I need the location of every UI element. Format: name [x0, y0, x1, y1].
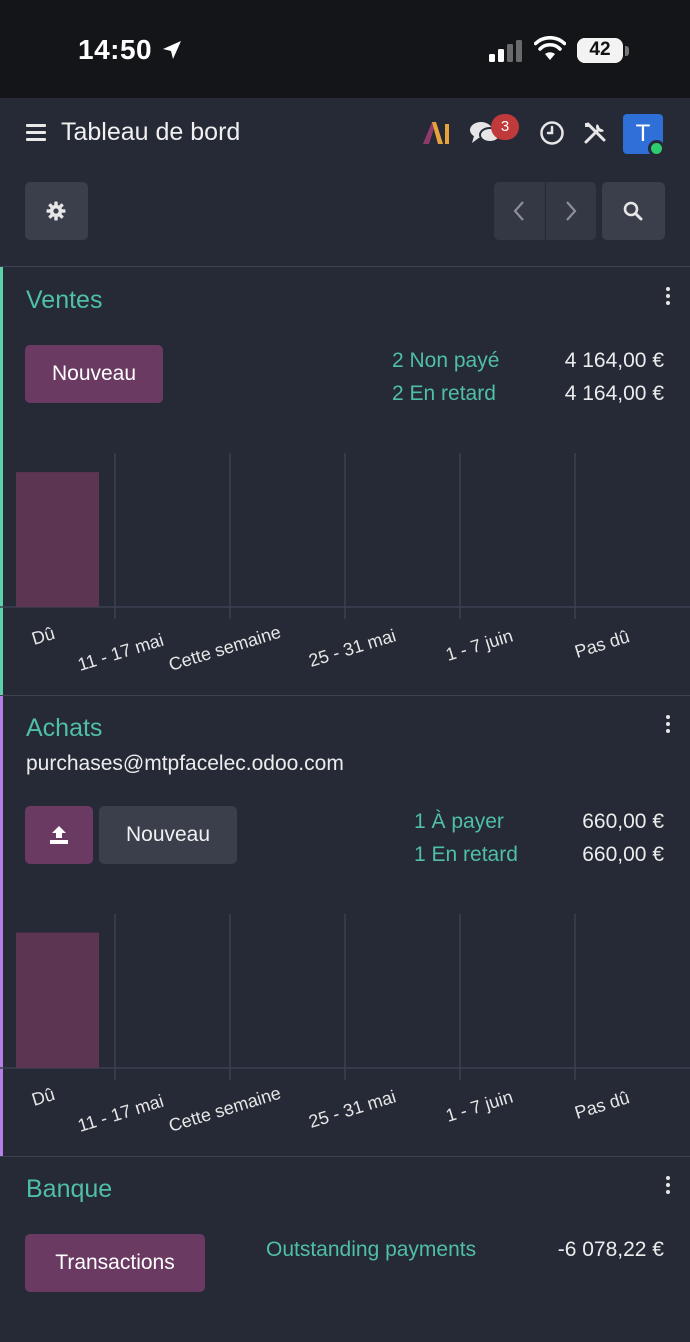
chevron-left-icon	[513, 201, 524, 221]
x-tick-label: Dû	[29, 623, 57, 649]
previous-button[interactable]	[494, 182, 545, 240]
search-icon	[623, 201, 643, 221]
x-tick-label: 25 - 31 mai	[306, 1086, 398, 1131]
clock-icon[interactable]	[539, 120, 565, 146]
new-bill-button[interactable]: Nouveau	[99, 806, 237, 864]
top-navbar: Tableau de bord T	[0, 98, 690, 170]
new-invoice-button[interactable]: Nouveau	[25, 345, 163, 403]
status-time: 14:50	[78, 34, 153, 65]
x-tick-label: 1 - 7 juin	[443, 626, 515, 665]
journal-email: purchases@mtpfacelec.odoo.com	[26, 752, 344, 775]
x-tick-label: 11 - 17 mai	[75, 1091, 166, 1136]
menu-icon[interactable]	[26, 124, 46, 142]
aging-bar-chart: Dû 11 - 17 mai Cette semaine 25 - 31 mai 1 -…	[0, 453, 690, 675]
upload-button[interactable]	[25, 806, 93, 864]
journal-title[interactable]: Achats	[26, 714, 102, 743]
x-tick-label: 11 - 17 mai	[75, 630, 166, 675]
location-arrow-icon	[163, 41, 181, 59]
online-status-dot	[648, 140, 665, 157]
stat-amount: -6 078,22 €	[557, 1238, 664, 1261]
aging-bar-chart: Dû 11 - 17 mai Cette semaine 25 - 31 mai 1 -…	[0, 914, 690, 1136]
wifi-icon	[534, 36, 566, 60]
x-tick-label: Cette semaine	[166, 622, 283, 675]
stat-label[interactable]: 1 En retard	[414, 843, 518, 867]
stat-amount: 4 164,00 €	[564, 382, 664, 405]
bar	[16, 932, 99, 1068]
page-title: Tableau de bord	[61, 118, 241, 146]
more-options-icon[interactable]	[666, 715, 674, 735]
battery-tip	[625, 46, 629, 56]
gear-icon	[46, 201, 66, 221]
battery-icon: 42	[577, 38, 623, 63]
more-options-icon[interactable]	[666, 1176, 674, 1196]
ai-icon[interactable]	[421, 120, 451, 146]
settings-button[interactable]	[25, 182, 88, 240]
chevron-right-icon	[566, 201, 577, 221]
journal-title[interactable]: Banque	[26, 1175, 112, 1204]
x-tick-label: 1 - 7 juin	[443, 1087, 515, 1126]
stat-amount: 4 164,00 €	[564, 349, 664, 372]
more-options-icon[interactable]	[666, 287, 674, 307]
search-button[interactable]	[602, 182, 665, 240]
x-tick-label: Pas dû	[572, 626, 631, 662]
pager	[494, 182, 596, 240]
chat-badge: 3	[491, 114, 519, 140]
stat-label[interactable]: 2 Non payé	[392, 349, 499, 373]
stat-label[interactable]: 1 À payer	[414, 810, 504, 834]
battery-percent: 42	[589, 39, 611, 60]
stat-amount: 660,00 €	[582, 843, 664, 866]
stat-amount: 660,00 €	[582, 810, 664, 833]
journal-card-banque: Banque Transactions Outstanding payments…	[0, 1157, 690, 1342]
stat-label[interactable]: Outstanding payments	[266, 1238, 476, 1262]
x-tick-label: 25 - 31 mai	[306, 625, 398, 670]
transactions-button[interactable]: Transactions	[25, 1234, 205, 1292]
x-tick-label: Dû	[29, 1084, 57, 1110]
journal-card-ventes: Ventes Nouveau 2 Non payé 4 164,00 € 2 E…	[0, 267, 690, 695]
signal-icon	[489, 40, 522, 62]
upload-icon	[50, 826, 68, 844]
tools-icon[interactable]	[582, 120, 608, 146]
journal-card-achats: Achats purchases@mtpfacelec.odoo.com Nou…	[0, 696, 690, 1156]
stat-label[interactable]: 2 En retard	[392, 382, 496, 406]
x-tick-label: Pas dû	[572, 1087, 631, 1123]
journal-title[interactable]: Ventes	[26, 286, 102, 315]
next-button[interactable]	[545, 182, 596, 240]
bar	[16, 472, 99, 607]
x-tick-label: Cette semaine	[166, 1083, 283, 1136]
status-bar: 14:50 42	[0, 0, 690, 98]
